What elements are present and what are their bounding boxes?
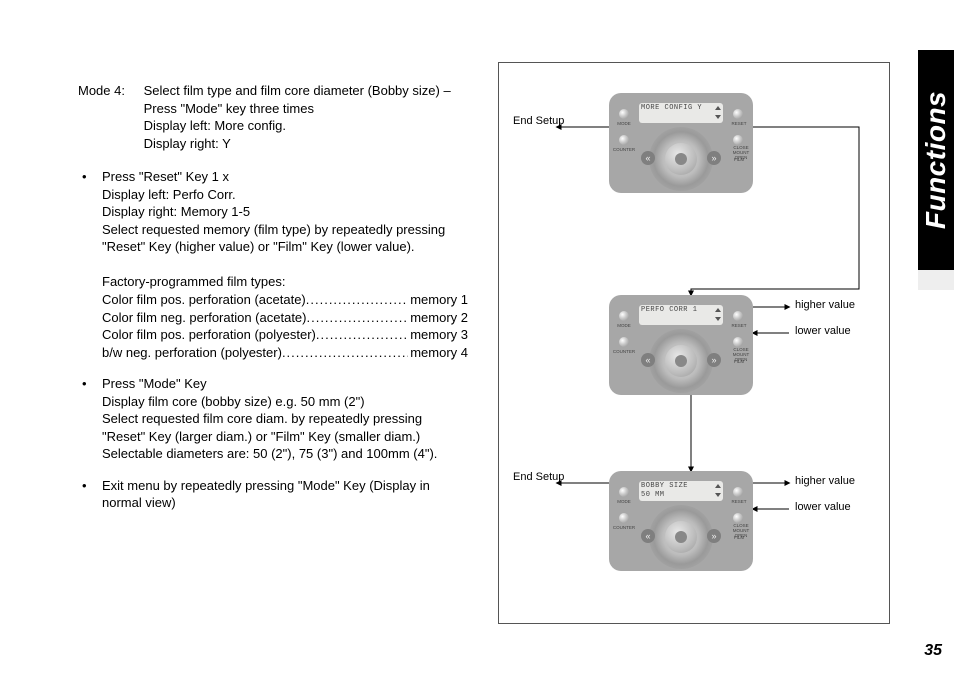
triangle-down-icon (715, 493, 721, 497)
bullet-3: Exit menu by repeatedly pressing "Mode" … (78, 477, 468, 512)
mode4-line2: Display left: More config. (144, 118, 286, 133)
control-panel-2: PERFO CORR 1 MODE RESET COUNTER CLOSE MO… (609, 295, 753, 395)
bullet-2: Press "Mode" Key Display film core (bobb… (78, 375, 468, 463)
counter-button (619, 135, 629, 145)
panel3-display: BOBBY SIZE 50 MM (639, 481, 723, 501)
section-tab-spacer (918, 270, 954, 290)
label-higher-value-2: higher value (795, 475, 855, 487)
btn-label-film: FILM (727, 535, 751, 540)
triangle-up-icon (715, 308, 721, 312)
label-end-setup-top: End Setup (513, 115, 564, 127)
btn-label-mode: MODE (612, 121, 636, 126)
b2-line1: Press "Mode" Key (102, 376, 207, 391)
btn-label-reset: RESET (727, 499, 751, 504)
btn-label-reset: RESET (727, 121, 751, 126)
film-row-2: Color film neg. perforation (acetate) me… (102, 309, 468, 327)
btn-label-mode: MODE (612, 323, 636, 328)
mode-button (619, 109, 629, 119)
film-label: Color film neg. perforation (acetate) (102, 309, 306, 327)
film-label: Color film pos. perforation (polyester) (102, 326, 316, 344)
label-lower-value-1: lower value (795, 325, 851, 337)
triangle-up-icon (715, 106, 721, 110)
btn-label-film: FILM (727, 157, 751, 162)
btn-label-counter: COUNTER (612, 147, 636, 152)
panel3-display-line1: BOBBY SIZE (641, 482, 688, 490)
page-number: 35 (924, 642, 942, 660)
close-mount-open-button (733, 337, 743, 347)
dial-icon (649, 329, 713, 393)
dots (306, 291, 408, 309)
film-mem: memory 2 (408, 309, 468, 327)
triangle-down-icon (715, 317, 721, 321)
dots (316, 326, 408, 344)
reset-button (733, 487, 743, 497)
body-text: Mode 4: Select film type and film core d… (78, 82, 468, 526)
mode4-body: Select film type and film core diameter … (144, 82, 464, 152)
chevron-left-icon: « (641, 529, 655, 543)
film-mem: memory 1 (408, 291, 468, 309)
panel2-display-line1: PERFO CORR 1 (641, 306, 697, 314)
mode4-label: Mode 4: (78, 82, 140, 100)
b2-line2: Display film core (bobby size) e.g. 50 m… (102, 394, 365, 409)
close-mount-open-button (733, 135, 743, 145)
b1-line1: Press "Reset" Key 1 x (102, 169, 229, 184)
b3-text: Exit menu by repeatedly pressing "Mode" … (102, 478, 430, 511)
film-row-4: b/w neg. perforation (polyester) memory … (102, 344, 468, 362)
chevron-left-icon: « (641, 151, 655, 165)
page: Functions 35 Mode 4: Select film type an… (0, 0, 954, 674)
reset-button (733, 109, 743, 119)
panel1-display-line1: MORE CONFIG Y (641, 104, 702, 112)
chevron-right-icon: » (707, 353, 721, 367)
triangle-down-icon (715, 115, 721, 119)
label-lower-value-2: lower value (795, 501, 851, 513)
counter-button (619, 513, 629, 523)
bullet-1: Press "Reset" Key 1 x Display left: Perf… (78, 168, 468, 361)
film-mem: memory 4 (408, 344, 468, 362)
mode-button (619, 311, 629, 321)
chevron-left-icon: « (641, 353, 655, 367)
counter-button (619, 337, 629, 347)
reset-button (733, 311, 743, 321)
film-row-3: Color film pos. perforation (polyester) … (102, 326, 468, 344)
flow-diagram: End Setup higher value lower value End S… (498, 62, 890, 624)
film-row-1: Color film pos. perforation (acetate) me… (102, 291, 468, 309)
mode4-block: Mode 4: Select film type and film core d… (78, 82, 468, 152)
btn-label-mode: MODE (612, 499, 636, 504)
b1-line4: Select requested memory (film type) by r… (102, 222, 445, 255)
triangle-up-icon (715, 484, 721, 488)
control-panel-1: MORE CONFIG Y MODE RESET COUNTER CLOSE M… (609, 93, 753, 193)
panel3-display-line2: 50 MM (641, 491, 721, 500)
label-higher-value-1: higher value (795, 299, 855, 311)
mode-button (619, 487, 629, 497)
dots (282, 344, 408, 362)
btn-label-reset: RESET (727, 323, 751, 328)
btn-label-counter: COUNTER (612, 525, 636, 530)
film-label: Color film pos. perforation (acetate) (102, 291, 306, 309)
film-mem: memory 3 (408, 326, 468, 344)
b1-line2: Display left: Perfo Corr. (102, 187, 236, 202)
mode4-line3: Display right: Y (144, 136, 231, 151)
dial-icon (649, 127, 713, 191)
control-panel-3: BOBBY SIZE 50 MM MODE RESET COUNTER CLOS… (609, 471, 753, 571)
panel2-display: PERFO CORR 1 (639, 305, 723, 325)
dots (306, 309, 408, 327)
section-tab-label: Functions (920, 91, 952, 229)
b2-line3: Select requested film core diam. by repe… (102, 411, 437, 461)
close-mount-open-button (733, 513, 743, 523)
btn-label-counter: COUNTER (612, 349, 636, 354)
label-end-setup-bottom: End Setup (513, 471, 564, 483)
mode4-line1: Select film type and film core diameter … (144, 83, 451, 116)
b1-factory-header: Factory-programmed film types: (102, 274, 286, 289)
btn-label-film: FILM (727, 359, 751, 364)
section-tab: Functions (918, 50, 954, 270)
panel1-display: MORE CONFIG Y (639, 103, 723, 123)
film-label: b/w neg. perforation (polyester) (102, 344, 282, 362)
chevron-right-icon: » (707, 529, 721, 543)
chevron-right-icon: » (707, 151, 721, 165)
dial-icon (649, 505, 713, 569)
b1-line3: Display right: Memory 1-5 (102, 204, 250, 219)
